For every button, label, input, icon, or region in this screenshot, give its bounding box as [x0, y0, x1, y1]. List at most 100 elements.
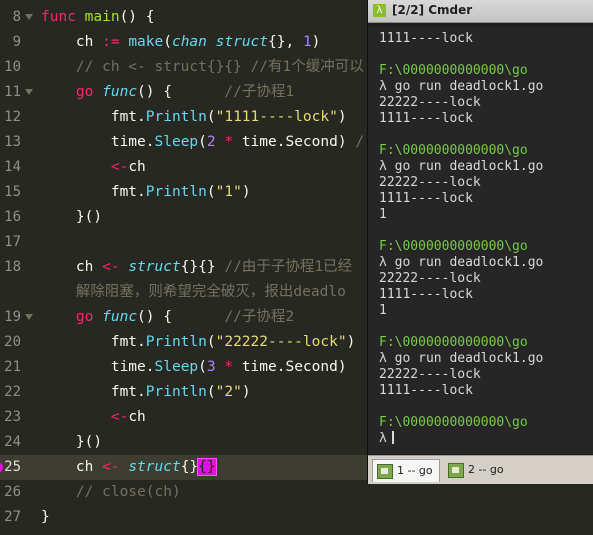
- terminal-text: 22222----lock: [379, 175, 481, 190]
- code-token: /: [355, 134, 365, 150]
- fold-arrow-icon[interactable]: [25, 14, 33, 20]
- code-token: 3: [206, 359, 216, 375]
- code-token: Println: [145, 109, 207, 125]
- terminal-text: F:\0000000000000\go: [379, 143, 528, 158]
- code-token: ): [311, 34, 321, 50]
- terminal-path-line: F:\0000000000000\go: [379, 63, 528, 79]
- line-number: 23: [4, 409, 21, 425]
- terminal-path-line: F:\0000000000000\go: [379, 415, 528, 431]
- cmder-tab-bar: 1 -- go 2 -- go: [368, 455, 593, 484]
- terminal-text: λ go run deadlock1.go: [379, 255, 544, 270]
- cmder-tab-2[interactable]: 2 -- go: [444, 459, 512, 481]
- terminal-text: F:\0000000000000\go: [379, 415, 528, 430]
- code-token: time.: [41, 359, 155, 375]
- terminal-line: λ go run deadlock1.go: [379, 255, 543, 271]
- code-token: Println: [145, 334, 207, 350]
- line-number: 11: [4, 84, 21, 100]
- code-token: "1": [215, 184, 242, 200]
- terminal-text: 1111----lock: [379, 383, 473, 398]
- code-line[interactable]: 27}: [0, 505, 593, 530]
- code-text: // close(ch): [41, 480, 181, 505]
- code-text: go func() { //子协程1: [41, 80, 294, 105]
- code-token: fmt.: [41, 109, 146, 125]
- code-token: time.Second): [233, 134, 356, 150]
- terminal-line: λ go run deadlock1.go: [379, 159, 543, 175]
- code-token: time.: [41, 134, 155, 150]
- code-token: chan: [171, 34, 207, 50]
- code-token: fmt.: [41, 184, 146, 200]
- code-text: func main() {: [41, 5, 155, 30]
- cmder-window[interactable]: λ [2/2] Cmder 1111----lock F:\00000000000…: [367, 0, 593, 484]
- code-token: func: [102, 84, 138, 100]
- terminal-output[interactable]: 1111----lock F:\0000000000000\go λ go run …: [368, 26, 593, 454]
- code-token: () {: [119, 9, 155, 25]
- code-token: (: [198, 359, 207, 375]
- fold-arrow-icon[interactable]: [25, 314, 33, 320]
- code-token: (: [206, 184, 216, 200]
- terminal-text: 1111----lock: [379, 287, 473, 302]
- code-token: "1111----lock": [215, 109, 338, 125]
- code-token: ): [337, 109, 347, 125]
- terminal-text: λ go run deadlock1.go: [379, 159, 544, 174]
- line-number: 12: [4, 109, 21, 125]
- code-text: // ch <- struct{}{} //有1个缓冲可以: [41, 55, 364, 80]
- code-text: ch := make(chan struct{}, 1): [41, 30, 321, 55]
- code-token: ): [241, 184, 251, 200]
- fold-arrow-icon[interactable]: [25, 89, 33, 95]
- terminal-line: 22222----lock: [379, 175, 481, 191]
- code-token: struct: [128, 259, 181, 275]
- code-text: fmt.Println("1"): [41, 180, 251, 205]
- code-text: }: [41, 505, 50, 530]
- code-token: *: [224, 359, 234, 375]
- code-token: {},: [268, 34, 303, 50]
- terminal-line: 1111----lock: [379, 383, 473, 399]
- terminal-line: 1111----lock: [379, 191, 473, 207]
- code-token: (: [163, 34, 172, 50]
- terminal-text: F:\0000000000000\go: [379, 335, 528, 350]
- code-token: {}: [180, 459, 199, 475]
- line-number: 27: [4, 509, 21, 525]
- terminal-text: 22222----lock: [379, 95, 481, 110]
- cmder-titlebar[interactable]: λ [2/2] Cmder: [368, 0, 593, 23]
- terminal-path-line: F:\0000000000000\go: [379, 143, 528, 159]
- code-text: fmt.Println("22222----lock"): [41, 330, 355, 355]
- code-token: (: [206, 334, 216, 350]
- code-token: ch: [41, 459, 103, 475]
- code-token: <-: [102, 259, 120, 275]
- terminal-text: 1: [379, 207, 387, 222]
- terminal-line: 22222----lock: [379, 271, 481, 287]
- code-token: //由于子协程1已经: [224, 259, 353, 275]
- code-token: main: [84, 9, 120, 25]
- terminal-line: 1111----lock: [379, 287, 473, 303]
- terminal-line: λ go run deadlock1.go: [379, 351, 543, 367]
- cmder-tab-1[interactable]: 1 -- go: [372, 459, 440, 482]
- terminal-line: 1: [379, 207, 387, 223]
- code-token: Sleep: [154, 134, 199, 150]
- terminal-line: 22222----lock: [379, 95, 481, 111]
- terminal-path-line: F:\0000000000000\go: [379, 239, 528, 255]
- code-text: }(): [41, 205, 102, 230]
- code-token: 1: [302, 34, 312, 50]
- console-icon: [448, 463, 464, 478]
- code-token: func: [41, 9, 76, 25]
- terminal-text: 1111----lock: [379, 191, 473, 206]
- cmder-tab-label: 1 -- go: [397, 464, 433, 477]
- code-token: fmt.: [41, 384, 146, 400]
- code-token: ch: [128, 409, 146, 425]
- cmder-tab-label: 2 -- go: [468, 463, 504, 476]
- terminal-text: 1: [379, 303, 387, 318]
- code-token: // ch <- struct{}{} //有1个缓冲可以: [41, 59, 364, 75]
- line-number: 17: [4, 234, 21, 250]
- code-token: time.Second): [233, 359, 347, 375]
- code-token: 解除阻塞，则希望完全破灭，报出deadlo: [41, 284, 346, 300]
- code-token: ch: [41, 259, 103, 275]
- terminal-text: 22222----lock: [379, 271, 481, 286]
- line-number: 21: [4, 359, 21, 375]
- line-number: 25: [4, 459, 21, 475]
